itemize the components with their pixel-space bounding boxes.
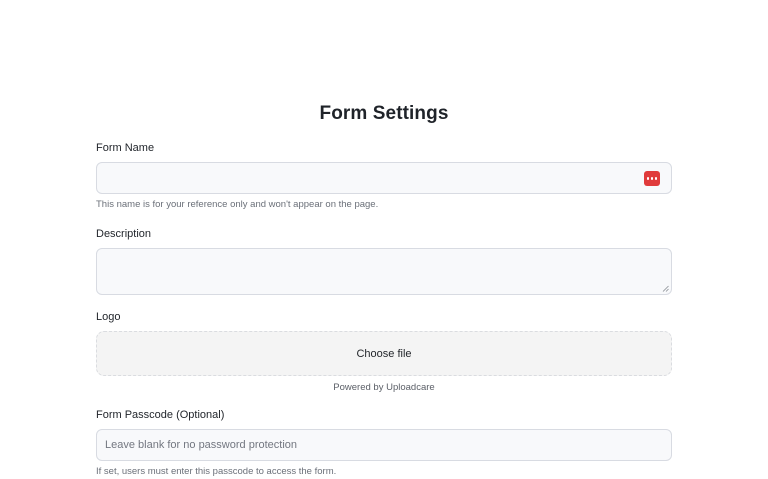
form-name-help: This name is for your reference only and… — [96, 199, 379, 210]
page-title: Form Settings — [319, 103, 449, 124]
description-label: Description — [96, 228, 152, 240]
logo-field: Logo Choose file Powered by Uploadcare — [96, 310, 672, 393]
description-textarea[interactable] — [96, 248, 672, 295]
passcode-label: Form Passcode (Optional) — [96, 409, 225, 421]
powered-by-text: Powered by Uploadcare — [333, 382, 435, 393]
passcode-field: Form Passcode (Optional) Leave blank for… — [96, 408, 672, 478]
passcode-input[interactable]: Leave blank for no password protection — [96, 429, 672, 461]
form-settings-page: Form Settings Form Name This name is for… — [0, 0, 768, 479]
passcode-help: If set, users must enter this passcode t… — [96, 466, 337, 477]
choose-file-label: Choose file — [356, 347, 412, 360]
password-manager-icon[interactable] — [644, 171, 660, 186]
form-name-field: Form Name This name is for your referenc… — [96, 141, 672, 211]
logo-label: Logo — [96, 311, 121, 323]
description-field: Description — [96, 227, 672, 295]
form-name-label: Form Name — [96, 142, 155, 154]
passcode-placeholder: Leave blank for no password protection — [105, 439, 298, 451]
form-name-input[interactable] — [96, 162, 672, 194]
resize-handle-icon[interactable] — [662, 285, 669, 292]
choose-file-button[interactable]: Choose file — [96, 331, 672, 376]
